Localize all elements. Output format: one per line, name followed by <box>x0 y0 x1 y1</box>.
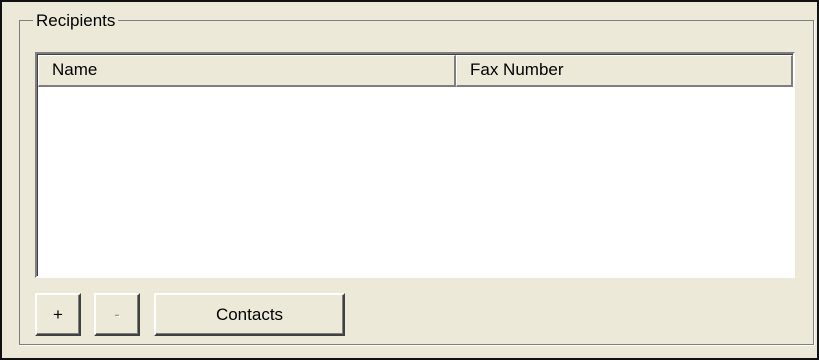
contacts-button[interactable]: Contacts <box>154 293 345 336</box>
recipients-group-label: Recipients <box>33 10 119 32</box>
recipients-list-body: Name Fax Number <box>37 54 793 276</box>
recipients-list-header: Name Fax Number <box>38 55 793 87</box>
column-header-name[interactable]: Name <box>38 55 456 87</box>
add-recipient-button[interactable]: + <box>35 293 81 336</box>
recipients-list[interactable]: Name Fax Number <box>35 52 795 278</box>
remove-recipient-button[interactable]: - <box>94 293 140 336</box>
fax-recipients-panel: Recipients Name Fax Number + - Contacts <box>0 0 819 360</box>
column-header-fax-number[interactable]: Fax Number <box>456 55 793 87</box>
